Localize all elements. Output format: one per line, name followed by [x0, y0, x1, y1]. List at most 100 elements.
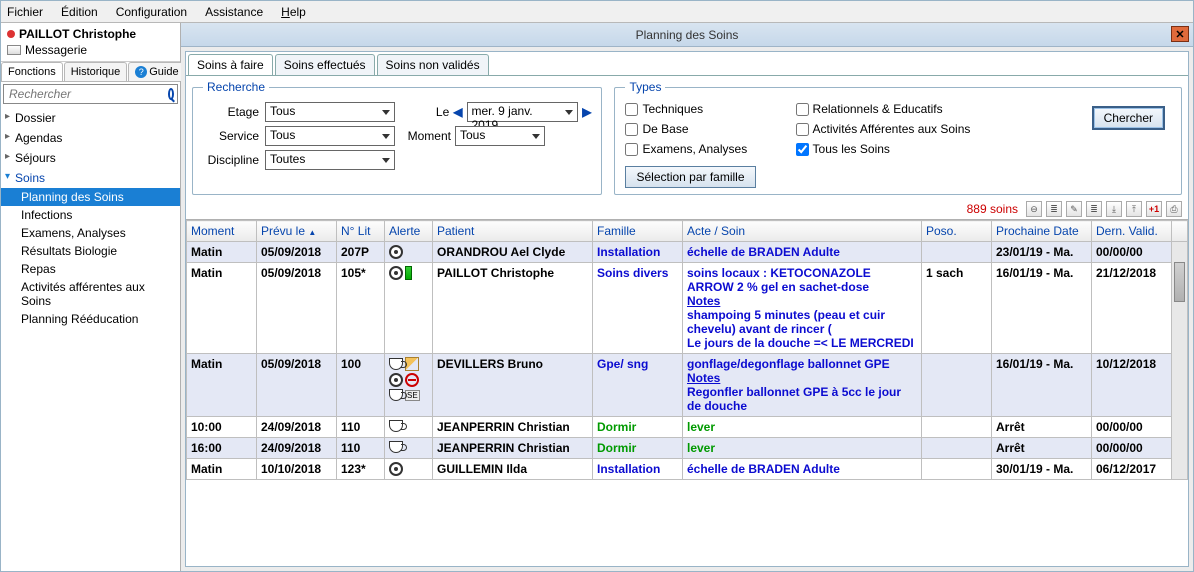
toolbar-icon-3[interactable]: ✎ [1066, 201, 1082, 217]
chk-examens[interactable]: Examens, Analyses [625, 142, 755, 156]
menubar: Fichier Édition Configuration Assistance… [1, 1, 1193, 23]
chk-techniques[interactable]: Techniques [625, 102, 755, 116]
types-legend: Types [625, 80, 665, 94]
subnode-examens[interactable]: Examens, Analyses [1, 224, 180, 242]
col-prochaine[interactable]: Prochaine Date [992, 221, 1092, 242]
search-input[interactable] [7, 86, 168, 102]
tab-historique[interactable]: Historique [64, 62, 128, 81]
moment-label: Moment [405, 129, 451, 143]
col-dern[interactable]: Dern. Valid. [1092, 221, 1172, 242]
subnode-resultats-bio[interactable]: Résultats Biologie [1, 242, 180, 260]
col-patient[interactable]: Patient [433, 221, 593, 242]
date-next-button[interactable]: ▶ [582, 105, 591, 119]
etage-select[interactable]: Tous [265, 102, 395, 122]
le-label: Le [405, 105, 449, 119]
tree-sejours[interactable]: Séjours [1, 148, 180, 168]
col-alerte[interactable]: Alerte [385, 221, 433, 242]
tab-soins-effectues[interactable]: Soins effectués [275, 54, 375, 75]
fieldset-types: Types Chercher Techniques De Base Examen… [614, 80, 1182, 195]
cell-dern: 21/12/2018 [1092, 263, 1172, 354]
messagerie-label: Messagerie [25, 43, 87, 57]
tree-agendas[interactable]: Agendas [1, 128, 180, 148]
cell-patient: JEANPERRIN Christian [433, 438, 593, 459]
cell-acte: échelle de BRADEN Adulte [683, 459, 922, 480]
col-acte[interactable]: Acte / Soin [683, 221, 922, 242]
tab-soins-non-valides[interactable]: Soins non validés [377, 54, 489, 75]
scrollbar[interactable] [1172, 242, 1188, 480]
subnode-repas[interactable]: Repas [1, 260, 180, 278]
fieldset-recherche: Recherche EtageTous ServiceTous Discipli… [192, 80, 602, 195]
cup-icon [389, 389, 403, 401]
chk-de-base[interactable]: De Base [625, 122, 755, 136]
menu-assistance[interactable]: Assistance [205, 5, 263, 19]
messagerie-link[interactable]: Messagerie [7, 43, 174, 57]
col-moment[interactable]: Moment [187, 221, 257, 242]
scrollbar-thumb[interactable] [1174, 262, 1185, 302]
col-prevu[interactable]: Prévu le ▲ [257, 221, 337, 242]
tab-soins-a-faire[interactable]: Soins à faire [188, 54, 273, 75]
target-icon [389, 462, 403, 476]
col-poso[interactable]: Poso. [922, 221, 992, 242]
service-select[interactable]: Tous [265, 126, 395, 146]
date-prev-button[interactable]: ◀ [453, 105, 462, 119]
table-row[interactable]: 16:00 24/09/2018 110 JEANPERRIN Christia… [187, 438, 1188, 459]
panel-tabs: Soins à faire Soins effectués Soins non … [186, 52, 1188, 76]
col-famille[interactable]: Famille [593, 221, 683, 242]
noentry-icon [405, 373, 419, 387]
cell-moment: Matin [187, 354, 257, 417]
mail-icon [7, 45, 21, 55]
search-icon[interactable] [168, 88, 174, 100]
date-select[interactable]: mer. 9 janv. 2019 [467, 102, 579, 122]
tree-dossier[interactable]: Dossier [1, 108, 180, 128]
cell-prevu: 05/09/2018 [257, 242, 337, 263]
sidebar-search[interactable] [3, 84, 178, 104]
help-icon: ? [135, 66, 147, 78]
toolbar-icon-4[interactable]: ≣ [1086, 201, 1102, 217]
current-user: PAILLOT Christophe [7, 27, 174, 41]
cell-dern: 00/00/00 [1092, 417, 1172, 438]
print-icon[interactable]: ⎙ [1166, 201, 1182, 217]
close-button[interactable]: ✕ [1171, 26, 1189, 42]
discipline-label: Discipline [203, 153, 259, 167]
cell-next: Arrêt [992, 417, 1092, 438]
chk-tous-les-soins[interactable]: Tous les Soins [796, 142, 971, 156]
tree-soins[interactable]: Soins [1, 168, 180, 188]
table-row[interactable]: Matin 05/09/2018 100 SE [187, 354, 1188, 417]
battery-icon [405, 266, 412, 280]
menu-edition[interactable]: Édition [61, 5, 98, 19]
menu-configuration[interactable]: Configuration [116, 5, 187, 19]
subnode-planning-reeducation[interactable]: Planning Rééducation [1, 310, 180, 328]
menu-help[interactable]: Help [281, 5, 306, 19]
subnode-planning-soins[interactable]: Planning des Soins [1, 188, 180, 206]
tab-guide[interactable]: ?Guide [128, 62, 185, 81]
chk-activites-afferentes[interactable]: Activités Afférentes aux Soins [796, 122, 971, 136]
moment-select[interactable]: Tous [455, 126, 545, 146]
chercher-button[interactable]: Chercher [1092, 106, 1165, 130]
table-row[interactable]: Matin 10/10/2018 123* GUILLEMIN Ilda Ins… [187, 459, 1188, 480]
se-tag: SE [405, 390, 420, 401]
target-icon [389, 245, 403, 259]
cell-alerte [385, 459, 433, 480]
tab-fonctions[interactable]: Fonctions [1, 62, 63, 81]
subnode-activites-afferentes[interactable]: Activités afférentes aux Soins [1, 278, 180, 310]
cell-patient: JEANPERRIN Christian [433, 417, 593, 438]
col-lit[interactable]: N° Lit [337, 221, 385, 242]
results-grid: Moment Prévu le ▲ N° Lit Alerte Patient … [186, 219, 1188, 566]
toolbar-icon-plus1[interactable]: +1 [1146, 201, 1162, 217]
menu-fichier[interactable]: Fichier [7, 5, 43, 19]
table-row[interactable]: Matin 05/09/2018 105* PAILLOT Christophe… [187, 263, 1188, 354]
toolbar-icon-5[interactable]: ⤓ [1106, 201, 1122, 217]
chk-relationnels[interactable]: Relationnels & Educatifs [796, 102, 971, 116]
table-row[interactable]: Matin 05/09/2018 207P ORANDROU Ael Clyde… [187, 242, 1188, 263]
toolbar-icon-1[interactable]: ⊖ [1026, 201, 1042, 217]
cell-poso [922, 242, 992, 263]
table-row[interactable]: 10:00 24/09/2018 110 JEANPERRIN Christia… [187, 417, 1188, 438]
cell-prevu: 10/10/2018 [257, 459, 337, 480]
cell-lit: 105* [337, 263, 385, 354]
cell-dern: 00/00/00 [1092, 242, 1172, 263]
subnode-infections[interactable]: Infections [1, 206, 180, 224]
discipline-select[interactable]: Toutes [265, 150, 395, 170]
selection-famille-button[interactable]: Sélection par famille [625, 166, 755, 188]
toolbar-icon-2[interactable]: ≣ [1046, 201, 1062, 217]
toolbar-icon-6[interactable]: ⤒ [1126, 201, 1142, 217]
